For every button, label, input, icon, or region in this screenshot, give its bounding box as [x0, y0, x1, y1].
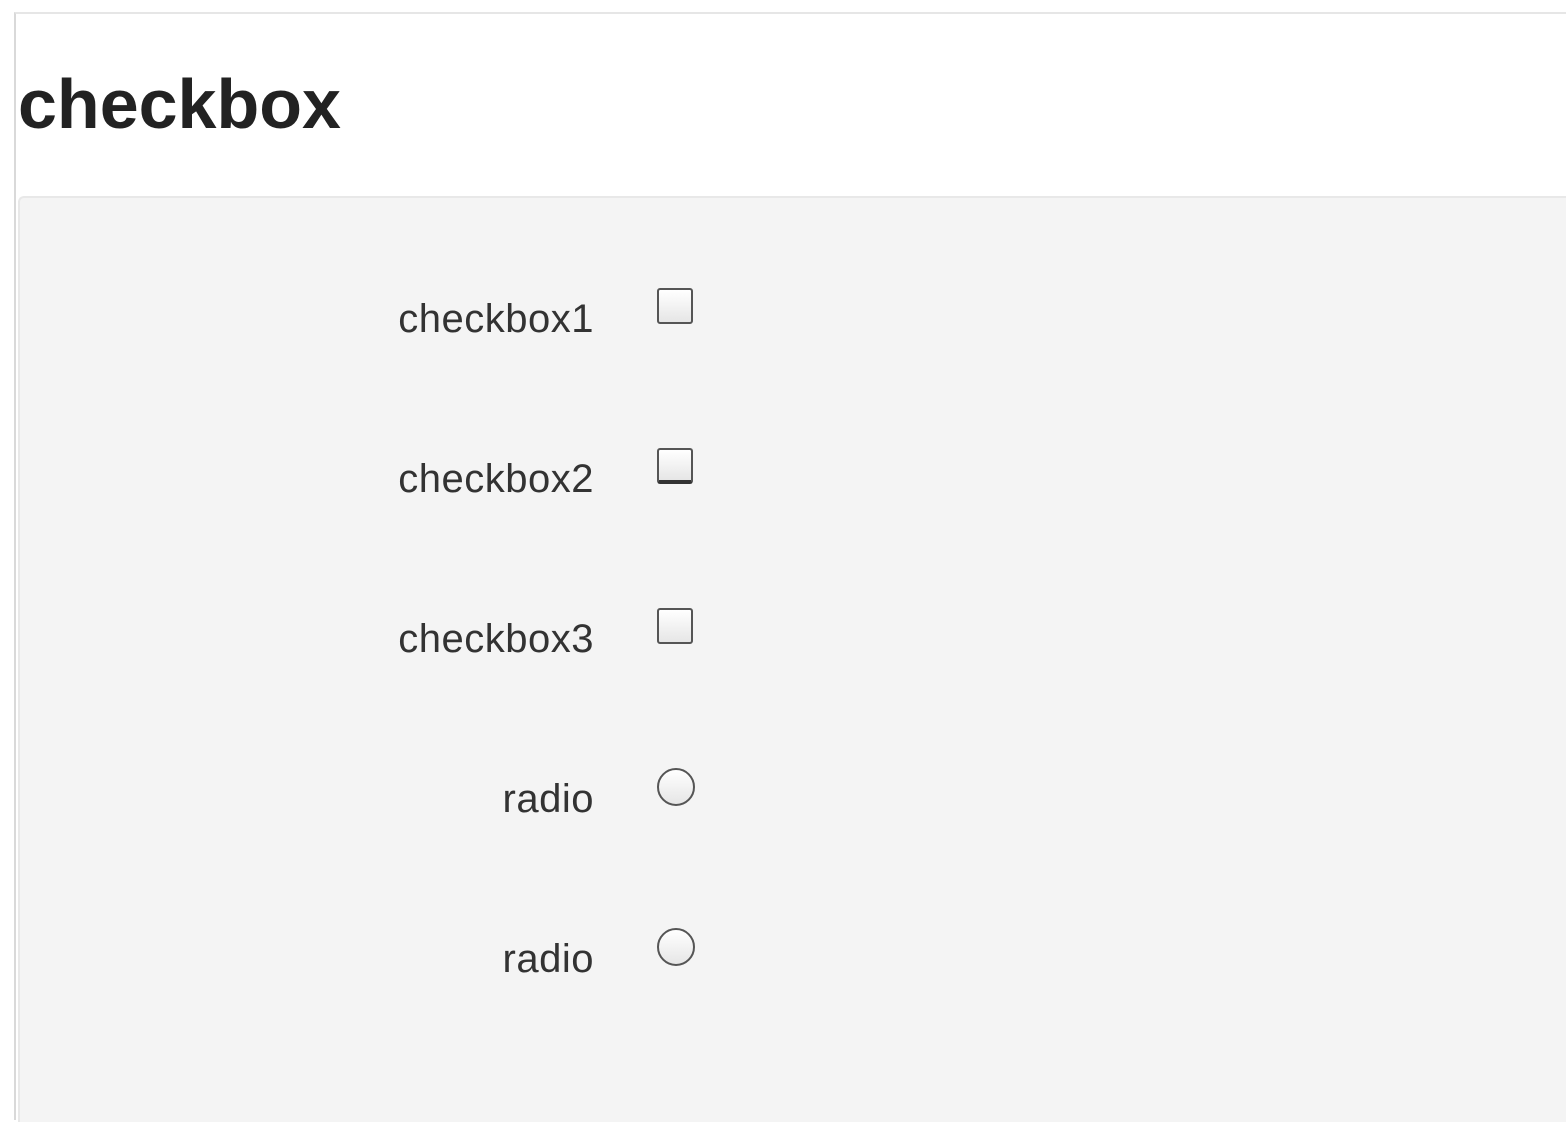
checkbox1-label: checkbox1	[398, 297, 594, 341]
form-panel: checkbox1 checkbox2 checkbox3 radio radi…	[18, 196, 1566, 1122]
checkbox2-checkbox[interactable]	[657, 448, 693, 484]
checkbox1-checkbox[interactable]	[657, 288, 693, 324]
checkbox2-label: checkbox2	[398, 457, 594, 501]
form-row-checkbox1: checkbox1	[20, 288, 740, 348]
form-row-checkbox3: checkbox3	[20, 608, 740, 668]
radio-2-label: radio	[502, 937, 594, 981]
checkbox3-label: checkbox3	[398, 617, 594, 661]
radio-2-button[interactable]	[657, 928, 695, 966]
radio-1-button[interactable]	[657, 768, 695, 806]
page-title: checkbox	[18, 65, 341, 143]
form-row-checkbox2: checkbox2	[20, 448, 740, 508]
radio-1-label: radio	[502, 777, 594, 821]
checkbox3-checkbox[interactable]	[657, 608, 693, 644]
form-row-radio-1: radio	[20, 768, 740, 828]
form-row-radio-2: radio	[20, 928, 740, 988]
page-container: checkbox checkbox1 checkbox2 checkbox3 r…	[14, 12, 1566, 1122]
